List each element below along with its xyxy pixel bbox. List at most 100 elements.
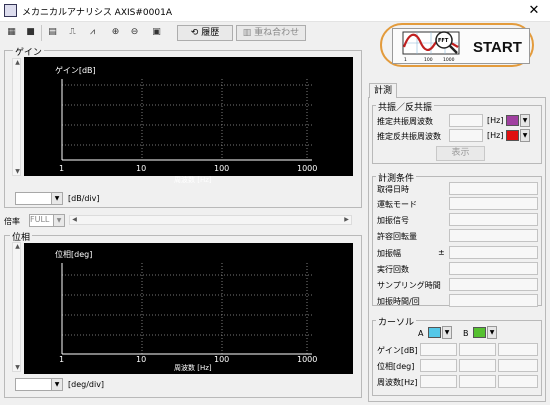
resonance-group-title: 共振／反共振 bbox=[376, 100, 435, 113]
condition-label: 取得日時 bbox=[377, 185, 409, 194]
condition-label: 実行回数 bbox=[377, 265, 409, 274]
app-icon bbox=[4, 4, 17, 17]
overlay-label: 重ね合わせ bbox=[254, 28, 300, 38]
magnification-value: FULL bbox=[30, 215, 50, 224]
cursor-row-label: 周波数[Hz] bbox=[377, 378, 418, 387]
scroll-up-icon[interactable]: ▲ bbox=[13, 243, 22, 250]
condition-value-field bbox=[449, 294, 538, 307]
scroll-down-icon[interactable]: ▼ bbox=[13, 168, 22, 175]
condition-label: サンプリング時間 bbox=[377, 281, 441, 290]
gain-vertical-scrollbar[interactable]: ▲ ▼ bbox=[12, 58, 21, 176]
cursor-row-label: ゲイン[dB] bbox=[377, 346, 418, 355]
window-title: メカニカルアナリシス AXIS#0001A bbox=[22, 8, 172, 18]
amplitude-plusminus: ± bbox=[438, 248, 445, 257]
cursor-diff-value-field bbox=[498, 343, 538, 356]
cursor-b-color-swatch[interactable] bbox=[473, 327, 486, 338]
condition-value-field bbox=[449, 262, 538, 275]
cursor-diff-value-field bbox=[498, 359, 538, 372]
condition-value-field bbox=[449, 197, 538, 210]
cursor-b-value-field bbox=[459, 375, 496, 388]
wave-icon[interactable]: ⩘ bbox=[85, 25, 100, 40]
cursor-a-value-field bbox=[420, 375, 457, 388]
gain-y-label: ゲイン[dB] bbox=[55, 66, 96, 75]
phase-scale-select[interactable]: ▼ bbox=[15, 378, 63, 391]
scroll-left-icon[interactable]: ◀ bbox=[70, 216, 79, 223]
display-button-label: 表示 bbox=[451, 148, 470, 158]
phase-plot[interactable]: 位相[deg] 1 10 100 1000 周波数 [Hz] bbox=[24, 243, 353, 374]
condition-value-field bbox=[449, 229, 538, 242]
fft-badge: FFT bbox=[438, 38, 449, 44]
display-button[interactable]: 表示 bbox=[436, 146, 485, 161]
chevron-down-icon[interactable]: ▼ bbox=[487, 326, 497, 339]
phase-x-tick: 10 bbox=[136, 355, 147, 364]
antiresonance-freq-unit: [Hz] bbox=[487, 131, 504, 140]
gain-scale-select[interactable]: ▼ bbox=[15, 192, 63, 205]
cursor-row-label: 位相[deg] bbox=[377, 362, 415, 371]
chevron-down-icon[interactable]: ▼ bbox=[520, 129, 530, 142]
condition-label: 加振幅 bbox=[377, 249, 401, 258]
condition-value-field bbox=[449, 213, 538, 226]
conditions-group-title: 計測条件 bbox=[376, 171, 417, 184]
chevron-down-icon[interactable]: ▼ bbox=[51, 193, 62, 204]
phase-y-label: 位相[deg] bbox=[55, 250, 93, 259]
phase-scale-unit: [deg/div] bbox=[68, 380, 105, 389]
chevron-down-icon[interactable]: ▼ bbox=[51, 379, 62, 390]
antiresonance-color-swatch[interactable] bbox=[506, 130, 519, 141]
phase-x-tick: 100 bbox=[214, 355, 230, 364]
cursor-b-value-field bbox=[459, 343, 496, 356]
chevron-down-icon[interactable]: ▼ bbox=[53, 215, 64, 226]
zoom-in-icon[interactable]: ⊕ bbox=[108, 25, 123, 40]
phase-vertical-scrollbar[interactable]: ▲ ▼ bbox=[12, 242, 21, 372]
cursor-b-value-field bbox=[459, 359, 496, 372]
phase-x-label: 周波数 [Hz] bbox=[174, 364, 212, 372]
close-button[interactable]: ✕ bbox=[526, 3, 542, 19]
overlay-icon: ▥ bbox=[242, 28, 255, 38]
print-icon[interactable]: ▤ bbox=[45, 25, 60, 40]
zoom-out-icon[interactable]: ⊖ bbox=[127, 25, 142, 40]
resonance-freq-label: 推定共振周波数 bbox=[377, 117, 433, 126]
resonance-color-swatch[interactable] bbox=[506, 115, 519, 126]
cursor-a-label: A bbox=[418, 329, 424, 338]
magnification-select[interactable]: FULL ▼ bbox=[29, 214, 65, 227]
save-icon[interactable]: ■ bbox=[23, 25, 38, 40]
condition-value-field bbox=[449, 182, 538, 195]
frequency-scrollbar[interactable]: ◀ ▶ bbox=[69, 215, 352, 225]
scroll-up-icon[interactable]: ▲ bbox=[13, 59, 22, 66]
cursor-b-label: B bbox=[463, 329, 469, 338]
title-bar: メカニカルアナリシス AXIS#0001A ✕ bbox=[0, 0, 550, 22]
cursor-a-color-swatch[interactable] bbox=[428, 327, 441, 338]
history-icon: ⟲ bbox=[190, 28, 202, 38]
gain-x-tick: 1 bbox=[59, 164, 65, 173]
measure-icon[interactable]: ⎍ bbox=[65, 25, 80, 40]
open-file-icon[interactable]: ▦ bbox=[4, 25, 19, 40]
condition-label: 加振時間/回 bbox=[377, 297, 420, 306]
start-label: START bbox=[473, 39, 522, 56]
start-tick-2: 100 bbox=[424, 57, 433, 63]
history-button[interactable]: ⟲ 履歴 bbox=[177, 25, 233, 41]
gain-x-tick: 10 bbox=[136, 164, 147, 173]
gain-plot[interactable]: ゲイン[dB] 1 10 100 1000 周波数 [Hz] bbox=[24, 57, 353, 184]
gain-x-label: 周波数 [Hz] bbox=[174, 176, 212, 184]
magnification-label: 倍率 bbox=[4, 217, 20, 226]
tab-measurement[interactable]: 計測 bbox=[369, 83, 397, 98]
condition-value-field bbox=[449, 278, 538, 291]
phase-x-tick: 1 bbox=[59, 355, 65, 364]
scroll-down-icon[interactable]: ▼ bbox=[13, 364, 22, 371]
chevron-down-icon[interactable]: ▼ bbox=[520, 114, 530, 127]
condition-label: 加振信号 bbox=[377, 216, 409, 225]
resonance-freq-field bbox=[449, 114, 483, 127]
overlay-button[interactable]: ▥ 重ね合わせ bbox=[236, 25, 306, 41]
chevron-down-icon[interactable]: ▼ bbox=[442, 326, 452, 339]
toolbar-separator bbox=[41, 25, 42, 41]
scroll-right-icon[interactable]: ▶ bbox=[342, 216, 351, 223]
resonance-freq-unit: [Hz] bbox=[487, 116, 504, 125]
gain-x-tick: 100 bbox=[214, 164, 230, 173]
cursor-diff-value-field bbox=[498, 375, 538, 388]
cursor-group-title: カーソル bbox=[376, 315, 417, 328]
gain-x-tick: 1000 bbox=[297, 164, 318, 173]
graph-setting-icon[interactable]: ▣ bbox=[149, 25, 164, 40]
antiresonance-freq-field bbox=[449, 129, 483, 142]
phase-x-tick: 1000 bbox=[297, 355, 318, 364]
antiresonance-freq-label: 推定反共振周波数 bbox=[377, 132, 441, 141]
cursor-a-value-field bbox=[420, 359, 457, 372]
